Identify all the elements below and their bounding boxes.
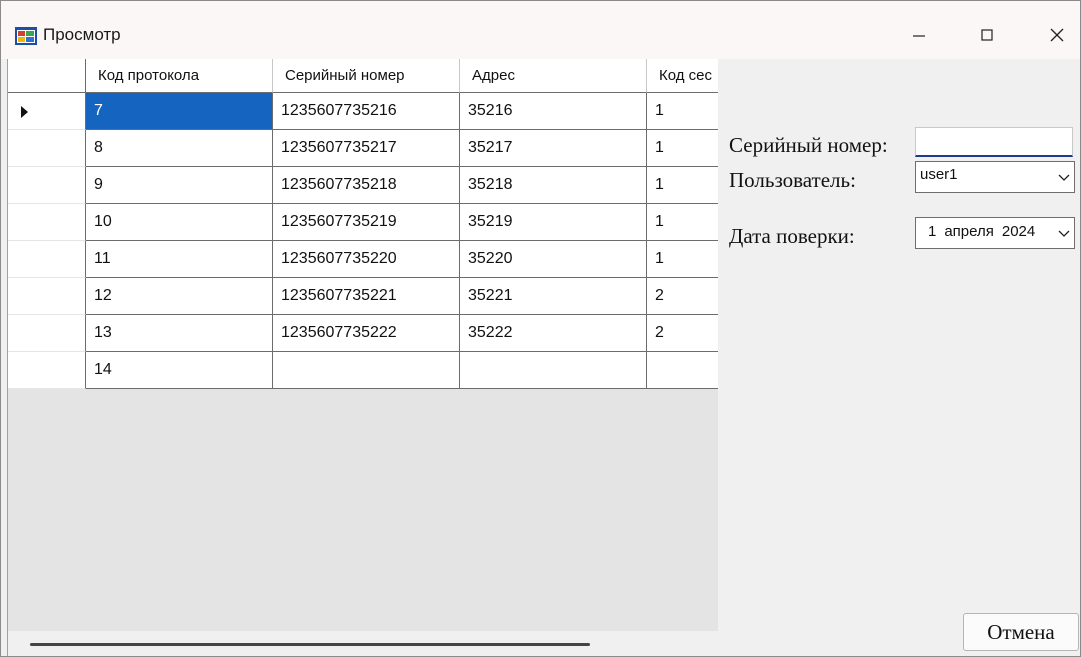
row-header[interactable] <box>8 167 86 204</box>
horizontal-scrollbar[interactable] <box>8 631 718 656</box>
table-row[interactable]: 8 1235607735217 35217 1 <box>8 130 718 167</box>
cell-serial-number[interactable] <box>273 352 460 389</box>
table-row[interactable]: 12 1235607735221 35221 2 <box>8 278 718 315</box>
current-row-arrow-icon <box>21 106 28 118</box>
column-header-serial-number[interactable]: Серийный номер <box>273 59 460 93</box>
row-header[interactable] <box>8 130 86 167</box>
protocol-data-grid[interactable]: Код протокола Серийный номер Адрес Код с… <box>7 59 718 656</box>
cell-serial-number[interactable]: 1235607735219 <box>273 204 460 241</box>
date-month[interactable]: апреля <box>944 223 994 240</box>
minimize-icon <box>913 35 925 37</box>
cell-serial-number[interactable]: 1235607735222 <box>273 315 460 352</box>
column-header-session-code[interactable]: Код сес <box>647 59 718 93</box>
row-header[interactable] <box>8 93 86 130</box>
horizontal-scrollbar-thumb[interactable] <box>30 643 590 646</box>
preview-window: Просмотр Код протокола Серийный номер Ад… <box>0 0 1081 657</box>
table-row[interactable]: 7 1235607735216 35216 1 <box>8 93 718 130</box>
cell-session-code[interactable]: 2 <box>647 315 718 352</box>
maximize-icon <box>981 29 993 41</box>
user-label: Пользователь: <box>729 168 856 192</box>
cell-protocol-code[interactable]: 12 <box>86 278 273 315</box>
table-row[interactable]: 10 1235607735219 35219 1 <box>8 204 718 241</box>
cell-protocol-code[interactable]: 13 <box>86 315 273 352</box>
user-select-value: user1 <box>920 166 958 183</box>
cell-session-code[interactable]: 1 <box>647 241 718 278</box>
row-header[interactable] <box>8 278 86 315</box>
cell-address[interactable] <box>460 352 647 389</box>
cell-address[interactable]: 35222 <box>460 315 647 352</box>
cell-address[interactable]: 35217 <box>460 130 647 167</box>
cell-serial-number[interactable]: 1235607735221 <box>273 278 460 315</box>
cell-address[interactable]: 35221 <box>460 278 647 315</box>
cell-protocol-code[interactable]: 11 <box>86 241 273 278</box>
row-header[interactable] <box>8 352 86 389</box>
cell-address[interactable]: 35219 <box>460 204 647 241</box>
cell-session-code[interactable]: 1 <box>647 204 718 241</box>
chevron-down-icon[interactable] <box>1058 227 1070 239</box>
serial-number-label: Серийный номер: <box>729 133 888 157</box>
cell-address[interactable]: 35220 <box>460 241 647 278</box>
table-row[interactable]: 14 <box>8 352 718 389</box>
cell-protocol-code[interactable]: 8 <box>86 130 273 167</box>
table-row[interactable]: 9 1235607735218 35218 1 <box>8 167 718 204</box>
column-header-protocol-code[interactable]: Код протокола <box>86 59 273 93</box>
cell-session-code[interactable]: 1 <box>647 93 718 130</box>
cell-serial-number[interactable]: 1235607735217 <box>273 130 460 167</box>
cell-session-code[interactable]: 2 <box>647 278 718 315</box>
cell-address[interactable]: 35218 <box>460 167 647 204</box>
cell-session-code[interactable]: 1 <box>647 167 718 204</box>
cell-protocol-code[interactable]: 10 <box>86 204 273 241</box>
date-day[interactable]: 1 <box>928 223 936 240</box>
cell-address[interactable]: 35216 <box>460 93 647 130</box>
table-row[interactable]: 11 1235607735220 35220 1 <box>8 241 718 278</box>
maximize-button[interactable] <box>959 15 1015 55</box>
minimize-button[interactable] <box>891 15 947 55</box>
close-button[interactable] <box>1029 15 1080 55</box>
cell-session-code[interactable]: 1 <box>647 130 718 167</box>
cell-serial-number[interactable]: 1235607735218 <box>273 167 460 204</box>
window-title: Просмотр <box>43 25 121 44</box>
table-row[interactable]: 13 1235607735222 35222 2 <box>8 315 718 352</box>
column-header-address[interactable]: Адрес <box>460 59 647 93</box>
cell-protocol-code[interactable]: 7 <box>86 93 273 130</box>
cell-protocol-code[interactable]: 14 <box>86 352 273 389</box>
row-header[interactable] <box>8 241 86 278</box>
grid-header-row: Код протокола Серийный номер Адрес Код с… <box>8 59 718 96</box>
verification-date-picker[interactable]: 1 апреля 2024 <box>915 217 1075 249</box>
title-bar[interactable]: Просмотр <box>1 1 1080 59</box>
cell-serial-number[interactable]: 1235607735216 <box>273 93 460 130</box>
date-year[interactable]: 2024 <box>1002 223 1035 240</box>
user-select[interactable]: user1 <box>915 161 1075 193</box>
grid-corner-header[interactable] <box>8 59 86 93</box>
row-header[interactable] <box>8 315 86 352</box>
verification-date-label: Дата поверки: <box>729 224 855 248</box>
row-header[interactable] <box>8 204 86 241</box>
serial-number-input[interactable] <box>915 127 1073 157</box>
cell-serial-number[interactable]: 1235607735220 <box>273 241 460 278</box>
cancel-button[interactable]: Отмена <box>963 613 1079 651</box>
chevron-down-icon <box>1058 174 1070 181</box>
verification-date-value: 1 апреля 2024 <box>928 223 1043 240</box>
cell-session-code[interactable] <box>647 352 718 389</box>
close-icon <box>1050 28 1064 42</box>
cell-protocol-code[interactable]: 9 <box>86 167 273 204</box>
form-window-icon <box>15 27 37 45</box>
